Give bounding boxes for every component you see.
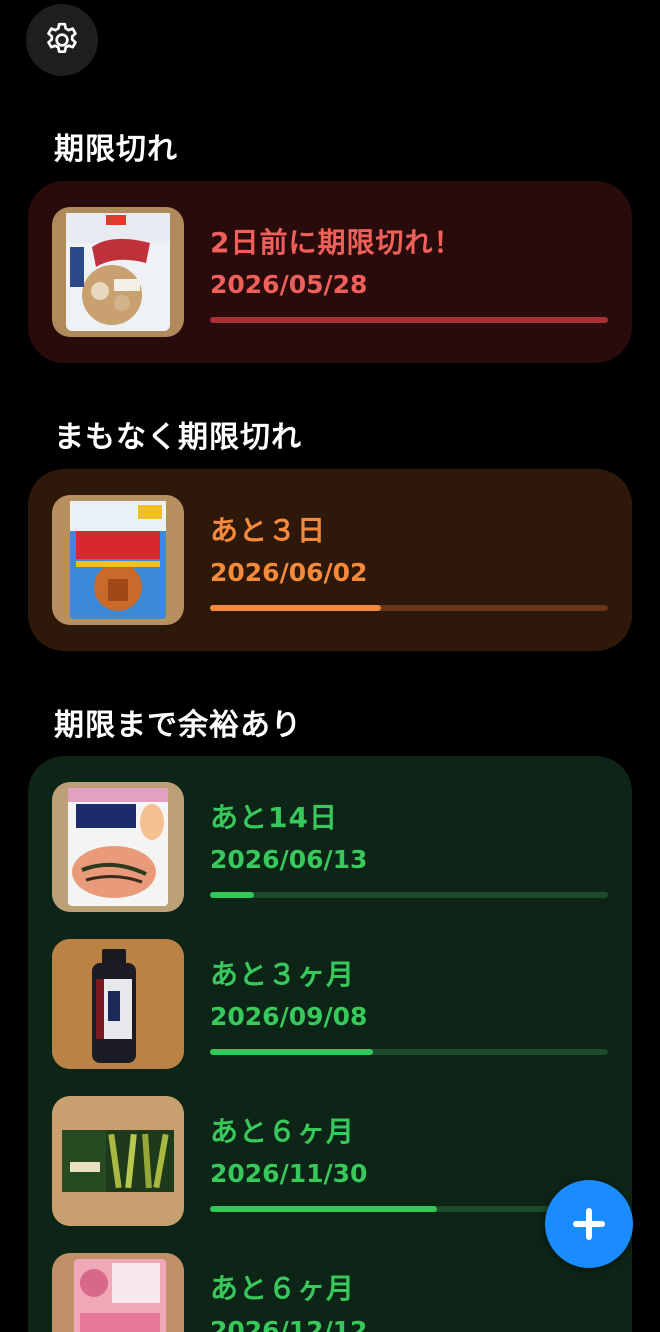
item-date: 2026/06/13 <box>210 845 368 874</box>
food-item[interactable]: あと３日 2026/06/02 <box>52 495 608 625</box>
food-item[interactable]: あと６ヶ月 2026/12/12 <box>52 1253 608 1332</box>
item-status: あと14日 <box>210 801 338 834</box>
expiry-progress-fill <box>210 317 608 323</box>
product-photo <box>52 207 184 337</box>
gear-icon <box>47 22 77 54</box>
item-date: 2026/06/02 <box>210 558 368 587</box>
item-status: あと３日 <box>210 514 327 547</box>
expiry-progress-fill <box>210 605 382 611</box>
expiry-progress-fill <box>210 892 254 898</box>
section-title-safe: 期限まで余裕あり <box>54 708 302 743</box>
expiry-progress-bar <box>210 1049 608 1055</box>
item-date: 2026/12/12 <box>210 1316 368 1332</box>
food-item[interactable]: あと６ヶ月 2026/11/30 <box>52 1096 608 1226</box>
item-status: あと３ヶ月 <box>210 958 356 991</box>
add-item-button[interactable] <box>545 1180 633 1268</box>
plus-icon <box>573 1208 605 1240</box>
item-status: あと６ヶ月 <box>210 1272 356 1305</box>
section-title-expired: 期限切れ <box>54 132 178 167</box>
safe-card: あと14日 2026/06/13 あと３ヶ月 2026/09/08 あと６ヶ月 … <box>28 756 632 1332</box>
item-status: あと６ヶ月 <box>210 1115 356 1148</box>
product-photo <box>52 1096 184 1226</box>
expired-card: 2日前に期限切れ！ 2026/05/28 <box>28 181 632 363</box>
item-date: 2026/05/28 <box>210 270 368 299</box>
food-item[interactable]: あと３ヶ月 2026/09/08 <box>52 939 608 1069</box>
product-photo <box>52 939 184 1069</box>
product-photo <box>52 495 184 625</box>
food-item[interactable]: あと14日 2026/06/13 <box>52 782 608 912</box>
expiry-progress-fill <box>210 1049 374 1055</box>
food-item[interactable]: 2日前に期限切れ！ 2026/05/28 <box>52 207 608 337</box>
settings-button[interactable] <box>26 4 98 76</box>
item-date: 2026/11/30 <box>210 1159 368 1188</box>
expiry-progress-bar <box>210 605 608 611</box>
product-photo <box>52 782 184 912</box>
item-status: 2日前に期限切れ！ <box>210 226 463 259</box>
soon-card: あと３日 2026/06/02 <box>28 469 632 651</box>
expiry-progress-bar <box>210 892 608 898</box>
product-photo <box>52 1253 184 1332</box>
section-title-soon: まもなく期限切れ <box>54 420 302 455</box>
expiry-progress-fill <box>210 1206 437 1212</box>
item-date: 2026/09/08 <box>210 1002 368 1031</box>
expiry-progress-bar <box>210 317 608 323</box>
